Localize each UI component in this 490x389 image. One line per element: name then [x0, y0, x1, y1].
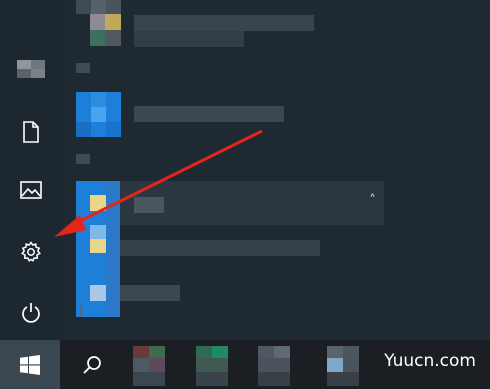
- annotation-arrow: [54, 129, 263, 237]
